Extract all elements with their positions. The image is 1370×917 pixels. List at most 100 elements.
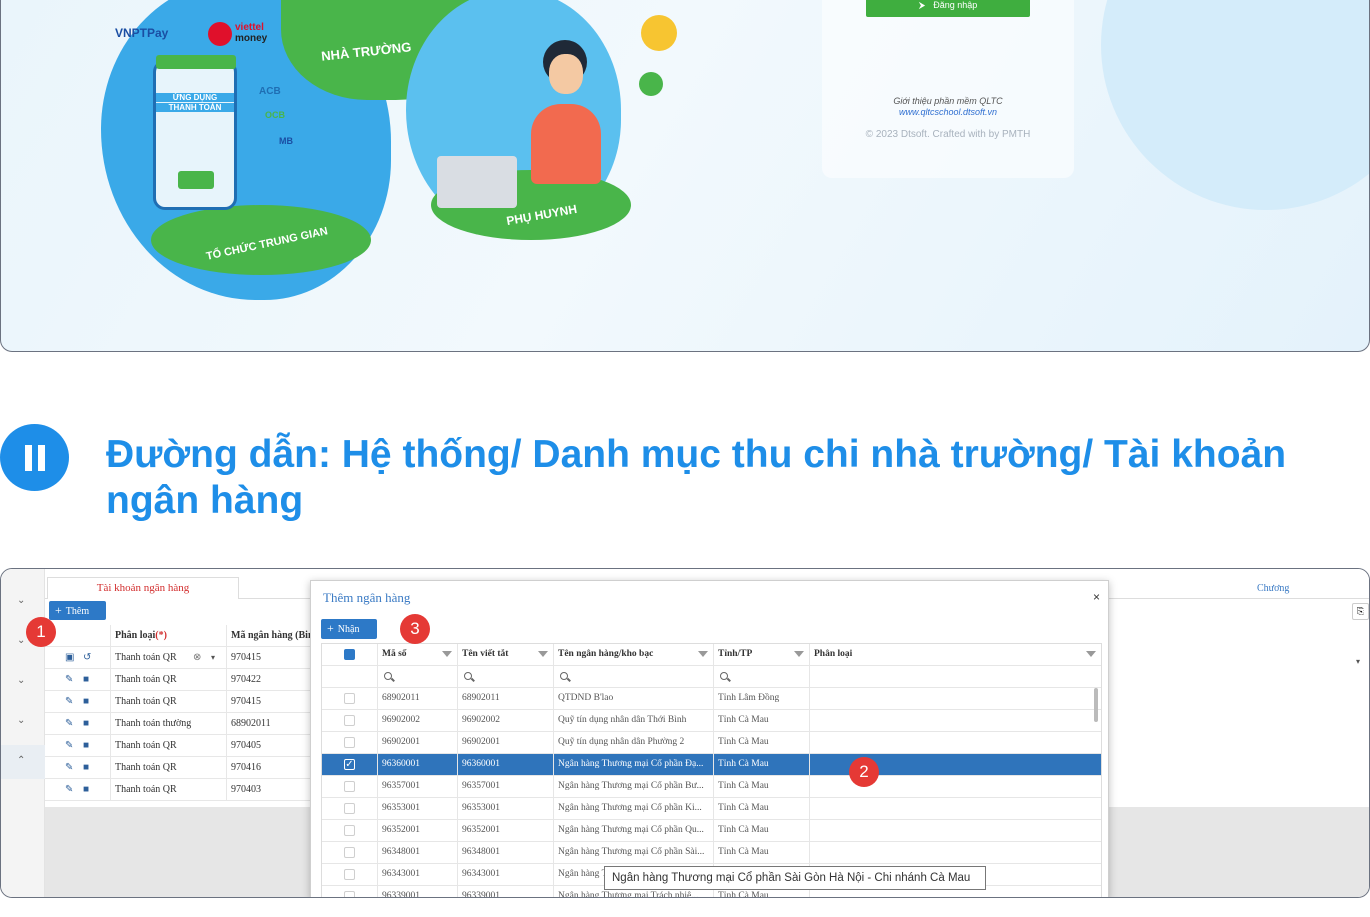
row-tenviettat: 68902011 [458,688,554,709]
row-bank-code: 970415 [227,691,311,712]
row-tenviettat: 96348001 [458,842,554,863]
dropdown-arrow-icon[interactable]: ▾ [1356,657,1360,666]
export-icon[interactable]: ⎘ [1352,603,1369,620]
table-row[interactable]: 96352001 96352001 Ngân hàng Thương mại Cổ … [322,820,1101,842]
bank-ocb: OCB [265,110,285,120]
delete-icon[interactable]: ■ [83,691,89,712]
row-maso: 96352001 [378,820,458,841]
table-row[interactable]: ✎ ■ Thanh toán QR 970416 [45,757,311,779]
table-row[interactable]: ✎ ■ Thanh toán QR 970415 [45,691,311,713]
row-province: Tỉnh Cà Mau [714,798,810,819]
filter-icon[interactable] [698,651,708,657]
filter-icon[interactable] [538,651,548,657]
plus-icon: + [55,603,62,617]
search-icon[interactable] [464,672,472,680]
save-icon[interactable]: ▣ [65,647,74,668]
login-button[interactable]: ⮞ Đăng nhập [866,0,1030,17]
table-row[interactable]: 96348001 96348001 Ngân hàng Thương mại Cổ … [322,842,1101,864]
edit-icon[interactable]: ✎ [65,735,73,756]
grid-blank-area [1101,625,1369,807]
row-bank-name: QTDND B'lao [554,688,714,709]
row-checkbox[interactable] [344,737,355,748]
row-type [810,710,1101,731]
row-tenviettat: 96339001 [458,886,554,897]
search-icon[interactable] [384,672,392,680]
edit-icon[interactable]: ✎ [65,713,73,734]
row-checkbox[interactable]: ✓ [344,759,355,770]
undo-icon[interactable]: ↺ [83,647,91,668]
row-province: Tỉnh Cà Mau [714,820,810,841]
table-row[interactable]: 96353001 96353001 Ngân hàng Thương mại Cổ … [322,798,1101,820]
row-type [810,688,1101,709]
table-row[interactable]: ✎ ■ Thanh toán thường 68902011 [45,713,311,735]
filter-icon[interactable] [1086,651,1096,657]
row-checkbox[interactable] [344,847,355,858]
table-row[interactable]: ✎ ■ Thanh toán QR 970403 [45,779,311,801]
pause-icon [24,444,45,471]
add-button[interactable]: + Thêm [49,601,106,620]
dialog-title: Thêm ngân hàng [323,590,411,605]
clear-icon[interactable]: ⊗ [193,647,201,668]
select-all-checkbox[interactable] [344,649,355,660]
bank-list-grid: Mã số Tên viết tắt Tên ngân hàng/kho bạc… [321,643,1102,897]
table-row[interactable]: ✓ 96360001 96360001 Ngân hàng Thương mại Cổ… [322,754,1101,776]
search-icon[interactable] [560,672,568,680]
delete-icon[interactable]: ■ [83,735,89,756]
table-row[interactable]: 68902011 68902011 QTDND B'lao Tỉnh Lâm Đồng [322,688,1101,710]
filter-icon[interactable] [794,651,804,657]
row-phanloai: Thanh toán QR [115,762,177,773]
row-checkbox[interactable] [344,891,355,897]
edit-icon[interactable]: ✎ [65,757,73,778]
viettel-money-logo: viettel money [208,22,278,48]
delete-icon[interactable]: ■ [83,713,89,734]
table-row[interactable]: ✎ ■ Thanh toán QR 970405 [45,735,311,757]
chevron-down-icon[interactable]: ⌄ [17,715,25,726]
row-checkbox[interactable] [344,781,355,792]
row-tenviettat: 96360001 [458,754,554,775]
delete-icon[interactable]: ■ [83,669,89,690]
row-phanloai: Thanh toán QR [115,740,177,751]
row-maso: 96902001 [378,732,458,753]
chevron-down-icon[interactable]: ⌄ [17,675,25,686]
row-checkbox[interactable] [344,869,355,880]
row-checkbox[interactable] [344,803,355,814]
parent-illustration [521,40,611,190]
table-row[interactable]: 96902001 96902001 Quỹ tín dụng nhân dân Ph… [322,732,1101,754]
filter-icon[interactable] [442,651,452,657]
delete-icon[interactable]: ■ [83,757,89,778]
grid-header: Mã số Tên viết tắt Tên ngân hàng/kho bạc… [322,644,1101,666]
row-bank-name: Ngân hàng Thương mại Cổ phần Đạ... [554,754,714,775]
plus-icon: + [327,621,334,635]
vnptpay-logo: VNPTPay [115,26,169,40]
step-marker-2: 2 [849,757,879,787]
row-phanloai: Thanh toán QR [115,784,177,795]
row-bank-code: 970422 [227,669,311,690]
row-type [810,842,1101,863]
scrollbar-thumb[interactable] [1094,688,1098,722]
row-bank-name: Quỹ tín dụng nhân dân Phường 2 [554,732,714,753]
table-row[interactable]: 96357001 96357001 Ngân hàng Thương mại Cổ … [322,776,1101,798]
chevron-down-icon[interactable]: ⌄ [17,595,25,606]
search-icon[interactable] [720,672,728,680]
intro-link[interactable]: www.qltcschool.dtsoft.vn [822,107,1074,117]
table-row[interactable]: 96902002 96902002 Quỹ tín dụng nhân dân Th… [322,710,1101,732]
edit-icon[interactable]: ✎ [65,669,73,690]
edit-icon[interactable]: ✎ [65,691,73,712]
accept-button[interactable]: + Nhận [321,619,377,639]
edit-icon[interactable]: ✎ [65,779,73,800]
chevron-up-icon[interactable]: ⌃ [17,755,25,766]
table-row[interactable]: ✎ ■ Thanh toán QR 970422 [45,669,311,691]
delete-icon[interactable]: ■ [83,779,89,800]
row-checkbox[interactable] [344,715,355,726]
dropdown-icon[interactable]: ▾ [211,647,215,668]
table-row[interactable]: ▣ ↺ Thanh toán QR ⊗ ▾ 970415 [45,647,311,669]
close-icon[interactable]: × [1093,590,1100,604]
tab-chuong[interactable]: Chương [1257,583,1289,594]
chevron-down-icon[interactable]: ⌄ [17,635,25,646]
copyright-text: © 2023 Dtsoft. Crafted with by PMTH [865,129,1031,140]
tab-bank-accounts[interactable]: Tài khoản ngân hàng [47,577,239,599]
row-checkbox[interactable] [344,693,355,704]
filter-row [322,666,1101,688]
row-checkbox[interactable] [344,825,355,836]
row-province: Tỉnh Cà Mau [714,842,810,863]
